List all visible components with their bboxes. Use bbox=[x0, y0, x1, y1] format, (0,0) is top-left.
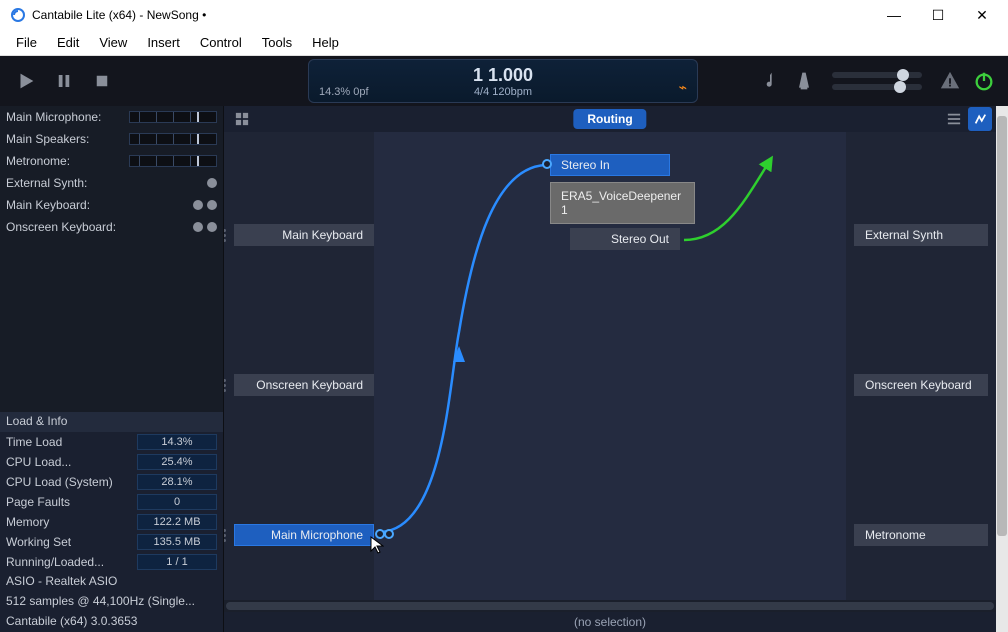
drag-handle-icon[interactable] bbox=[224, 225, 233, 245]
port-in-icon[interactable] bbox=[542, 159, 552, 169]
transport-tempo: 4/4 120bpm bbox=[474, 86, 532, 98]
menu-file[interactable]: File bbox=[6, 32, 47, 53]
menu-help[interactable]: Help bbox=[302, 32, 349, 53]
menu-bar: File Edit View Insert Control Tools Help bbox=[0, 30, 1008, 56]
info-cpu-load: CPU Load...25.4% bbox=[0, 452, 223, 472]
horizontal-scrollbar[interactable] bbox=[224, 600, 996, 612]
meter bbox=[129, 155, 217, 167]
slider-2[interactable] bbox=[832, 84, 922, 90]
center-panel: Routing bbox=[224, 106, 996, 632]
port-out-icon[interactable] bbox=[384, 529, 394, 539]
midi-dot bbox=[207, 200, 217, 210]
sidebar: Main Microphone: Main Speakers: Metronom… bbox=[0, 106, 224, 632]
minimize-button[interactable]: — bbox=[872, 1, 916, 29]
info-running-loaded: Running/Loaded...1 / 1 bbox=[0, 552, 223, 572]
info-time-load: Time Load14.3% bbox=[0, 432, 223, 452]
menu-control[interactable]: Control bbox=[190, 32, 252, 53]
port-external-synth[interactable]: External Synth: bbox=[0, 172, 223, 194]
midi-dot bbox=[207, 178, 217, 188]
toolbar: 1 1.000 4/4 120bpm 14.3% 0pf ⌁ bbox=[0, 56, 1008, 106]
port-metronome[interactable]: Metronome: bbox=[0, 150, 223, 172]
info-audio-driver: ASIO - Realtek ASIO bbox=[0, 572, 223, 592]
node-external-synth[interactable]: External Synth bbox=[854, 224, 988, 246]
node-main-microphone[interactable]: Main Microphone bbox=[234, 524, 374, 546]
menu-insert[interactable]: Insert bbox=[137, 32, 190, 53]
port-main-speakers[interactable]: Main Speakers: bbox=[0, 128, 223, 150]
note-icon[interactable] bbox=[756, 67, 784, 95]
menu-view[interactable]: View bbox=[89, 32, 137, 53]
app-icon bbox=[10, 7, 26, 23]
stop-button[interactable] bbox=[86, 65, 118, 97]
graph-view-icon[interactable] bbox=[968, 107, 992, 131]
menu-tools[interactable]: Tools bbox=[252, 32, 302, 53]
node-metronome[interactable]: Metronome bbox=[854, 524, 988, 546]
info-working-set: Working Set135.5 MB bbox=[0, 532, 223, 552]
info-page-faults: Page Faults0 bbox=[0, 492, 223, 512]
midi-dot bbox=[207, 222, 217, 232]
routing-canvas[interactable]: Main Keyboard Onscreen Keyboard Main Mic… bbox=[224, 132, 996, 600]
routing-tab[interactable]: Routing bbox=[573, 109, 646, 129]
info-version: Cantabile (x64) 3.0.3653 bbox=[0, 612, 223, 632]
title-bar: Cantabile Lite (x64) - NewSong • — ☐ ✕ bbox=[0, 0, 1008, 30]
warning-icon[interactable] bbox=[936, 67, 964, 95]
info-cpu-load-system: CPU Load (System)28.1% bbox=[0, 472, 223, 492]
transport-position: 1 1.000 bbox=[473, 65, 533, 86]
meter bbox=[129, 133, 217, 145]
port-main-keyboard[interactable]: Main Keyboard: bbox=[0, 194, 223, 216]
center-header: Routing bbox=[224, 106, 996, 132]
play-button[interactable] bbox=[10, 65, 42, 97]
load-info-panel: Load & Info Time Load14.3% CPU Load...25… bbox=[0, 412, 223, 632]
vertical-scrollbar[interactable] bbox=[996, 106, 1008, 632]
info-memory: Memory122.2 MB bbox=[0, 512, 223, 532]
grid-view-icon[interactable] bbox=[230, 107, 254, 131]
menu-edit[interactable]: Edit bbox=[47, 32, 89, 53]
stream-icon[interactable]: ⌁ bbox=[679, 79, 687, 96]
list-view-icon[interactable] bbox=[942, 107, 966, 131]
load-info-header: Load & Info bbox=[0, 412, 223, 432]
drag-handle-icon[interactable] bbox=[224, 525, 233, 545]
transport-load: 14.3% 0pf bbox=[319, 86, 369, 98]
info-audio-config: 512 samples @ 44,100Hz (Single... bbox=[0, 592, 223, 612]
midi-dot bbox=[193, 222, 203, 232]
node-onscreen-keyboard-right[interactable]: Onscreen Keyboard bbox=[854, 374, 988, 396]
node-stereo-out[interactable]: Stereo Out bbox=[570, 228, 680, 250]
maximize-button[interactable]: ☐ bbox=[916, 1, 960, 29]
drag-handle-icon[interactable] bbox=[224, 375, 233, 395]
plugin-node[interactable]: ERA5_VoiceDeepener 1 bbox=[550, 182, 695, 224]
window-title: Cantabile Lite (x64) - NewSong • bbox=[32, 8, 872, 22]
selection-status: (no selection) bbox=[574, 615, 646, 629]
volume-sliders[interactable] bbox=[832, 63, 922, 99]
metronome-icon[interactable] bbox=[790, 67, 818, 95]
meter bbox=[129, 111, 217, 123]
node-stereo-in[interactable]: Stereo In bbox=[550, 154, 670, 176]
close-button[interactable]: ✕ bbox=[960, 1, 1004, 29]
port-onscreen-keyboard[interactable]: Onscreen Keyboard: bbox=[0, 216, 223, 238]
port-main-microphone[interactable]: Main Microphone: bbox=[0, 106, 223, 128]
status-bar: (no selection) bbox=[224, 612, 996, 632]
node-main-keyboard[interactable]: Main Keyboard bbox=[234, 224, 374, 246]
node-onscreen-keyboard[interactable]: Onscreen Keyboard bbox=[234, 374, 374, 396]
power-button[interactable] bbox=[970, 67, 998, 95]
midi-dot bbox=[193, 200, 203, 210]
slider-1[interactable] bbox=[832, 72, 922, 78]
transport-display[interactable]: 1 1.000 4/4 120bpm 14.3% 0pf ⌁ bbox=[308, 59, 698, 103]
pause-button[interactable] bbox=[48, 65, 80, 97]
